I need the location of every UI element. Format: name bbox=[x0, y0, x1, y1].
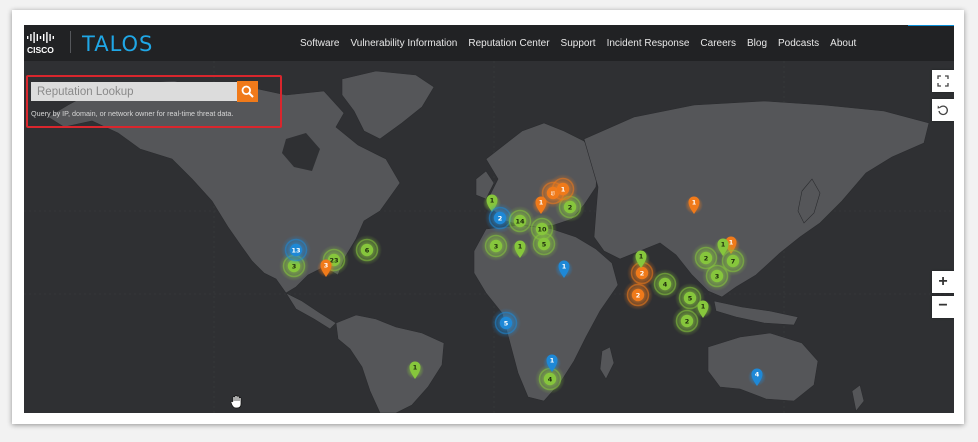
marker-count: 4 bbox=[548, 375, 553, 383]
accent-bar bbox=[908, 25, 954, 26]
marker-count: 2 bbox=[636, 291, 641, 299]
nav-blog[interactable]: Blog bbox=[747, 38, 767, 49]
marker-count: 5 bbox=[542, 240, 547, 248]
lookup-hint-text: Query by IP, domain, or network owner fo… bbox=[31, 109, 234, 118]
main-nav: Software Vulnerability Information Reput… bbox=[300, 25, 856, 61]
threat-pin-marker[interactable]: 1 bbox=[632, 250, 650, 268]
marker-count: 4 bbox=[663, 280, 668, 288]
talos-logo[interactable]: TALOS bbox=[82, 30, 162, 56]
nav-support[interactable]: Support bbox=[561, 38, 596, 49]
marker-count: 13 bbox=[291, 246, 300, 254]
marker-count: 4 bbox=[755, 370, 760, 378]
fullscreen-button[interactable] bbox=[932, 70, 954, 92]
fullscreen-icon bbox=[937, 75, 949, 87]
marker-count: 2 bbox=[498, 214, 503, 222]
threat-cluster-marker[interactable]: 5 bbox=[491, 308, 521, 338]
top-navigation-bar: CISCO TALOS Software Vulnerability Infor… bbox=[24, 25, 954, 61]
threat-cluster-marker[interactable]: 3 bbox=[702, 261, 732, 291]
talos-wordmark: TALOS bbox=[82, 32, 153, 56]
marker-count: 1 bbox=[550, 356, 555, 364]
marker-count: 6 bbox=[365, 246, 370, 254]
threat-cluster-marker[interactable]: 5 bbox=[529, 229, 559, 259]
marker-count: 2 bbox=[568, 203, 573, 211]
marker-count: 3 bbox=[715, 272, 720, 280]
nav-incident-response[interactable]: Incident Response bbox=[607, 38, 690, 49]
threat-cluster-marker[interactable]: 2 bbox=[623, 280, 653, 310]
threat-cluster-marker[interactable]: 3 bbox=[481, 231, 511, 261]
logo-divider bbox=[70, 31, 71, 53]
marker-count: 1 bbox=[490, 196, 495, 204]
marker-count: 1 bbox=[561, 185, 566, 193]
nav-vulnerability-information[interactable]: Vulnerability Information bbox=[350, 38, 457, 49]
marker-count: 1 bbox=[692, 198, 697, 206]
marker-count: 2 bbox=[685, 317, 690, 325]
hand-cursor-icon bbox=[230, 395, 242, 409]
marker-count: 1 bbox=[701, 302, 706, 310]
threat-pin-marker[interactable]: 1 bbox=[555, 260, 573, 278]
marker-count: 5 bbox=[688, 294, 693, 302]
nav-careers[interactable]: Careers bbox=[700, 38, 736, 49]
threat-pin-marker[interactable]: 4 bbox=[748, 368, 766, 386]
threat-pin-marker[interactable]: 3 bbox=[317, 259, 335, 277]
threat-pin-marker[interactable]: 1 bbox=[685, 196, 703, 214]
reset-view-icon bbox=[937, 105, 948, 116]
marker-count: 2 bbox=[704, 254, 709, 262]
marker-count: 1 bbox=[562, 262, 567, 270]
search-icon bbox=[241, 85, 254, 98]
marker-count: 1 bbox=[721, 240, 726, 248]
reputation-lookup-panel: Query by IP, domain, or network owner fo… bbox=[26, 75, 282, 128]
nav-podcasts[interactable]: Podcasts bbox=[778, 38, 819, 49]
threat-cluster-marker[interactable]: 1 bbox=[548, 174, 578, 204]
threat-map-page: CISCO TALOS Software Vulnerability Infor… bbox=[24, 25, 954, 413]
marker-count: 5 bbox=[504, 319, 509, 327]
nav-about[interactable]: About bbox=[830, 38, 856, 49]
marker-count: 2 bbox=[640, 269, 645, 277]
nav-reputation-center[interactable]: Reputation Center bbox=[468, 38, 549, 49]
threat-pin-marker[interactable]: 1 bbox=[543, 354, 561, 372]
reset-view-button[interactable] bbox=[932, 99, 954, 121]
nav-software[interactable]: Software bbox=[300, 38, 339, 49]
marker-count: 1 bbox=[413, 363, 418, 371]
zoom-in-button[interactable]: + bbox=[932, 271, 954, 293]
marker-count: 7 bbox=[731, 257, 736, 265]
threat-cluster-marker[interactable]: 2 bbox=[672, 306, 702, 336]
reputation-lookup-input[interactable] bbox=[31, 82, 237, 101]
threat-cluster-marker[interactable]: 6 bbox=[352, 235, 382, 265]
threat-cluster-marker[interactable]: 13 bbox=[281, 235, 311, 265]
marker-count: 1 bbox=[639, 252, 644, 260]
threat-pin-marker[interactable]: 1 bbox=[511, 240, 529, 258]
marker-count: 3 bbox=[494, 242, 499, 250]
marker-count: 1 bbox=[518, 242, 523, 250]
cisco-logo[interactable]: CISCO bbox=[26, 31, 60, 55]
cisco-wordmark: CISCO bbox=[27, 45, 54, 55]
zoom-out-button[interactable]: − bbox=[932, 296, 954, 318]
search-button[interactable] bbox=[237, 81, 258, 102]
marker-count: 14 bbox=[515, 217, 525, 225]
threat-pin-marker[interactable]: 1 bbox=[714, 238, 732, 256]
threat-pin-marker[interactable]: 1 bbox=[406, 361, 424, 379]
marker-count: 3 bbox=[324, 261, 329, 269]
